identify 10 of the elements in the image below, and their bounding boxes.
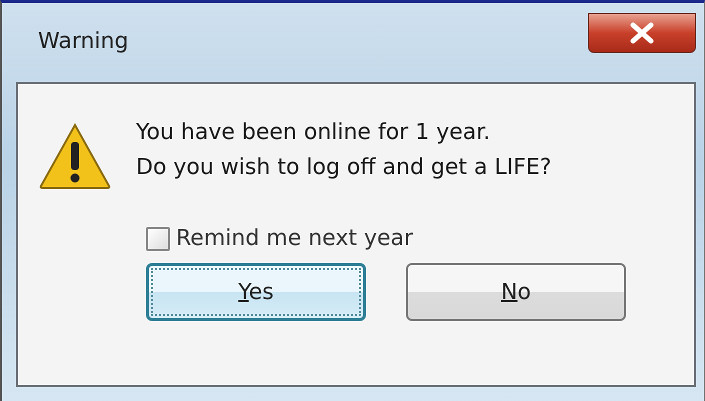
warning-icon [38, 122, 112, 190]
close-button[interactable] [588, 13, 696, 53]
checkbox[interactable] [146, 226, 170, 250]
window-title: Warning [38, 29, 128, 54]
message-text: You have been online for 1 year. [136, 120, 492, 145]
checkbox-label: Remind me next year [176, 226, 414, 251]
dialog-button[interactable]: No [406, 263, 626, 321]
message-text: Do you wish to log off and get a LIFE? [136, 155, 552, 180]
dialog-button[interactable]: Yes [146, 263, 366, 321]
close-icon [629, 22, 655, 44]
